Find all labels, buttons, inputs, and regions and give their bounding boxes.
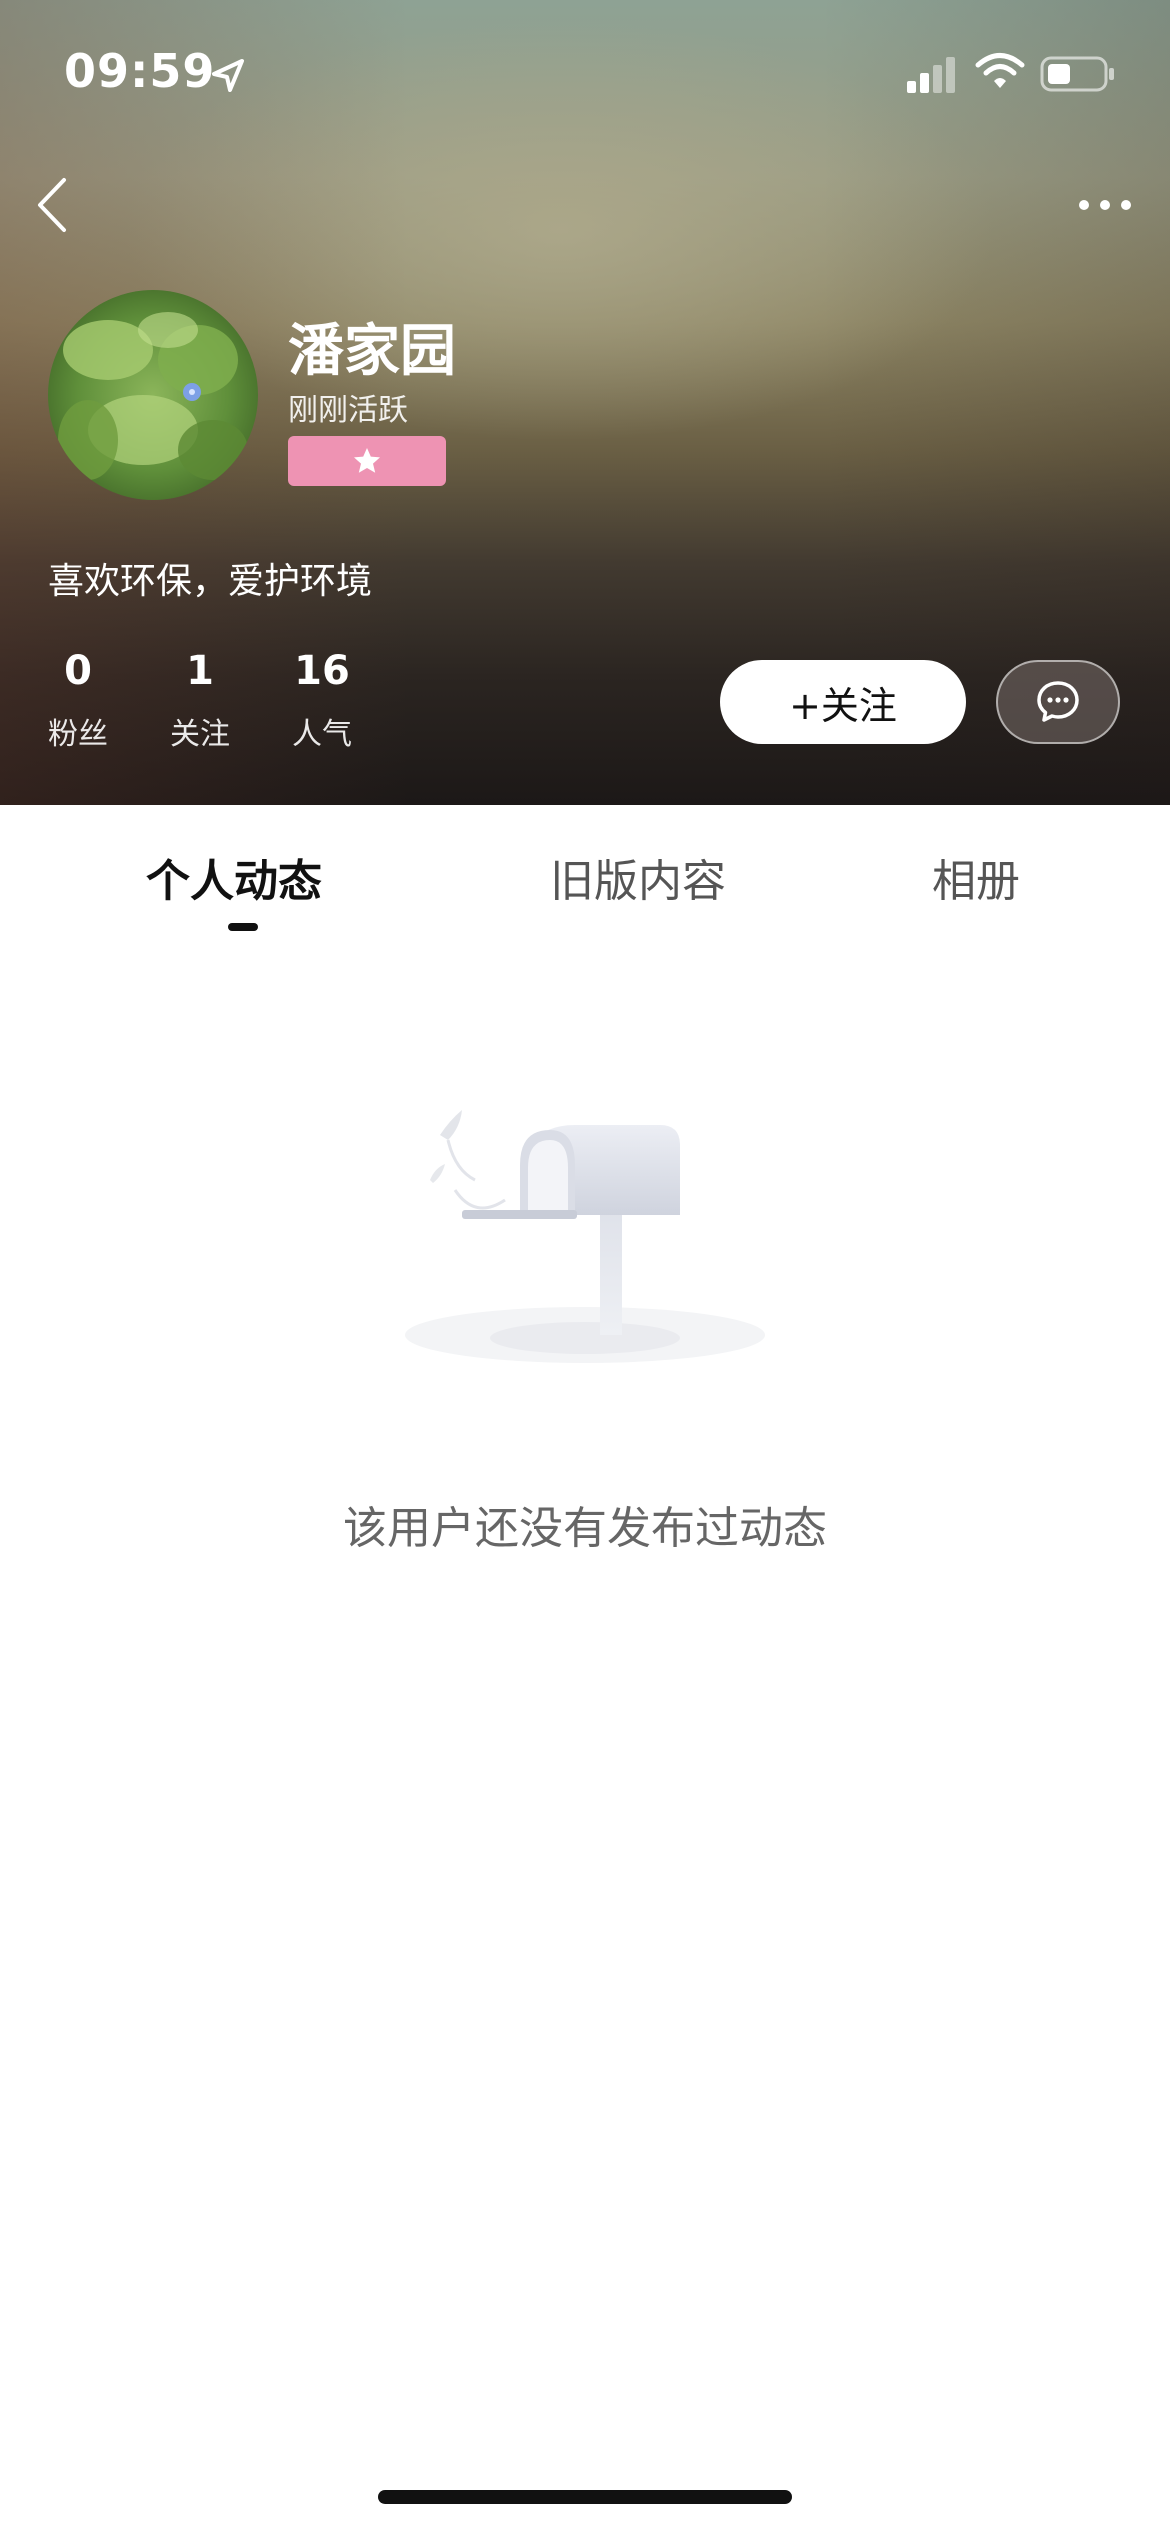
message-icon xyxy=(1037,681,1079,722)
profile-tabs: 个人动态 旧版内容 相册 xyxy=(0,805,1170,935)
stat-following[interactable]: 1 关注 xyxy=(160,645,240,753)
stat-popularity-value: 16 xyxy=(294,648,350,694)
profile-screen: 09:59 潘家园 刚刚活跃 喜欢环保，爱护环境 0 粉丝 1 关注 16 人气… xyxy=(0,0,1170,2532)
location-arrow-icon xyxy=(212,59,244,92)
back-icon xyxy=(38,178,66,232)
avatar[interactable] xyxy=(48,290,258,500)
stat-following-value: 1 xyxy=(186,648,214,694)
star-icon xyxy=(354,448,380,473)
tab-album[interactable]: 相册 xyxy=(932,845,1020,909)
battery-icon xyxy=(1040,56,1114,92)
stat-fans[interactable]: 0 粉丝 xyxy=(38,645,118,753)
follow-button[interactable]: +关注 xyxy=(720,660,966,744)
status-time: 09:59 xyxy=(64,44,216,98)
status-bar: 09:59 xyxy=(0,0,1170,150)
vip-badge[interactable] xyxy=(288,436,446,486)
bio: 喜欢环保，爱护环境 xyxy=(48,561,373,602)
mailbox-icon xyxy=(405,1110,765,1363)
active-status: 刚刚活跃 xyxy=(288,393,408,428)
tab-legacy-content[interactable]: 旧版内容 xyxy=(550,845,726,909)
wifi-icon xyxy=(975,53,1025,88)
stat-popularity-label: 人气 xyxy=(292,717,352,752)
stat-fans-label: 粉丝 xyxy=(48,717,108,752)
avatar-image xyxy=(48,290,258,500)
stat-fans-value: 0 xyxy=(64,648,92,694)
more-icon xyxy=(1079,200,1131,210)
username: 潘家园 xyxy=(288,319,456,384)
cellular-signal-icon xyxy=(907,57,955,93)
back-button[interactable] xyxy=(30,170,80,240)
empty-state-message: 该用户还没有发布过动态 xyxy=(343,1503,827,1554)
more-button[interactable] xyxy=(1070,185,1140,225)
message-button[interactable] xyxy=(996,660,1120,744)
profile-header: 09:59 潘家园 刚刚活跃 喜欢环保，爱护环境 0 粉丝 1 关注 16 人气… xyxy=(0,0,1170,805)
tab-personal-updates[interactable]: 个人动态 xyxy=(146,845,322,909)
home-indicator xyxy=(378,2490,792,2504)
stat-popularity: 16 人气 xyxy=(282,645,362,753)
tab-active-indicator xyxy=(228,923,258,931)
stat-following-label: 关注 xyxy=(170,717,230,752)
